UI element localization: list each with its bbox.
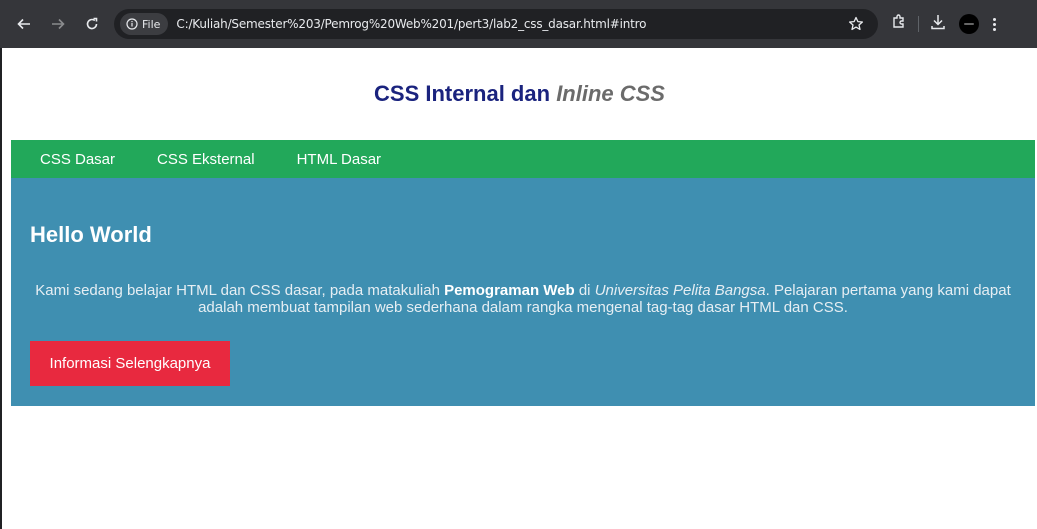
- hero-text-part1: Kami sedang belajar HTML dan CSS dasar, …: [35, 282, 445, 299]
- forward-arrow-icon[interactable]: [46, 12, 70, 36]
- more-info-button[interactable]: Informasi Selengkapnya: [30, 341, 230, 386]
- nav-link-css-eksternal[interactable]: CSS Eksternal: [157, 151, 255, 168]
- site-chip-label: File: [142, 17, 161, 31]
- bookmark-star-icon[interactable]: [848, 16, 864, 37]
- hero-text-part2: di: [574, 282, 595, 299]
- extensions-icon[interactable]: [890, 13, 908, 36]
- url-text[interactable]: C:/Kuliah/Semester%203/Pemrog%20Web%201/…: [176, 17, 646, 31]
- navbar: CSS Dasar CSS Eksternal HTML Dasar: [11, 140, 1035, 178]
- page-title-plain: CSS Internal dan: [374, 81, 551, 106]
- intro-section: Hello World Kami sedang belajar HTML dan…: [11, 178, 1035, 406]
- hero-text-italic: Universitas Pelita Bangsa: [594, 282, 766, 299]
- browser-toolbar: File C:/Kuliah/Semester%203/Pemrog%20Web…: [0, 0, 1037, 48]
- more-menu-icon[interactable]: [993, 17, 996, 31]
- toolbar-separator: [918, 16, 919, 32]
- hero-text-bold: Pemograman Web: [444, 282, 575, 299]
- web-page: CSS Internal dan Inline CSS CSS Dasar CS…: [2, 48, 1037, 529]
- page-title: CSS Internal dan Inline CSS: [2, 81, 1037, 107]
- reload-icon[interactable]: [80, 12, 104, 36]
- download-icon[interactable]: [929, 13, 947, 36]
- page-title-italic: Inline CSS: [556, 81, 665, 106]
- back-arrow-icon[interactable]: [12, 12, 36, 36]
- profile-avatar-icon[interactable]: [959, 14, 979, 34]
- address-bar[interactable]: File C:/Kuliah/Semester%203/Pemrog%20Web…: [114, 9, 878, 39]
- hero-heading: Hello World: [30, 222, 152, 247]
- nav-link-html-dasar[interactable]: HTML Dasar: [297, 151, 381, 168]
- info-icon: [126, 18, 138, 30]
- site-info-chip[interactable]: File: [120, 13, 169, 35]
- hero-paragraph: Kami sedang belajar HTML dan CSS dasar, …: [30, 282, 1016, 316]
- nav-link-css-dasar[interactable]: CSS Dasar: [40, 151, 115, 168]
